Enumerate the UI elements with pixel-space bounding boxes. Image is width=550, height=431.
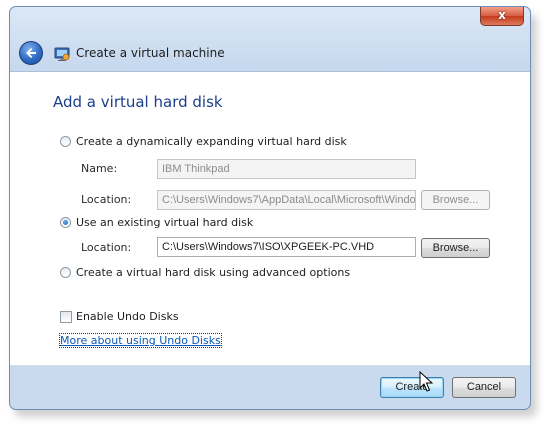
virtual-machine-icon xyxy=(54,47,70,61)
radio-dynamic-disk-label: Create a dynamically expanding virtual h… xyxy=(76,135,347,148)
close-icon: x xyxy=(498,8,506,22)
dynamic-location-label: Location: xyxy=(81,193,132,206)
dynamic-location-field[interactable]: C:\Users\Windows7\AppData\Local\Microsof… xyxy=(157,190,416,210)
undo-disks-help-link[interactable]: More about using Undo Disks xyxy=(59,333,222,348)
existing-location-label: Location: xyxy=(81,241,132,254)
back-button[interactable] xyxy=(19,41,43,65)
back-arrow-icon xyxy=(26,48,36,58)
existing-location-field[interactable]: C:\Users\Windows7\ISO\XPGEEK-PC.VHD xyxy=(157,237,416,257)
enable-undo-disks-checkbox[interactable] xyxy=(60,311,72,323)
radio-existing-disk-label: Use an existing virtual hard disk xyxy=(76,216,254,229)
content-panel: Add a virtual hard disk Create a dynamic… xyxy=(10,71,530,366)
cancel-button[interactable]: Cancel xyxy=(452,377,516,398)
enable-undo-disks-label: Enable Undo Disks xyxy=(76,310,179,323)
page-heading: Add a virtual hard disk xyxy=(53,93,223,111)
wizard-window: x Create a virtual machine Add a virtual… xyxy=(9,6,531,410)
radio-advanced-disk[interactable] xyxy=(60,267,71,278)
close-button[interactable]: x xyxy=(480,7,524,26)
name-field[interactable]: IBM Thinkpad xyxy=(157,159,416,179)
create-button[interactable]: Create xyxy=(380,377,444,398)
radio-existing-disk[interactable] xyxy=(60,217,71,228)
radio-advanced-disk-label: Create a virtual hard disk using advance… xyxy=(76,266,351,279)
dynamic-browse-button[interactable]: Browse... xyxy=(421,190,490,210)
name-label: Name: xyxy=(81,162,118,175)
mouse-cursor-icon xyxy=(419,371,433,392)
window-title: Create a virtual machine xyxy=(76,46,225,60)
radio-dynamic-disk[interactable] xyxy=(60,136,71,147)
existing-browse-button[interactable]: Browse... xyxy=(421,238,490,258)
